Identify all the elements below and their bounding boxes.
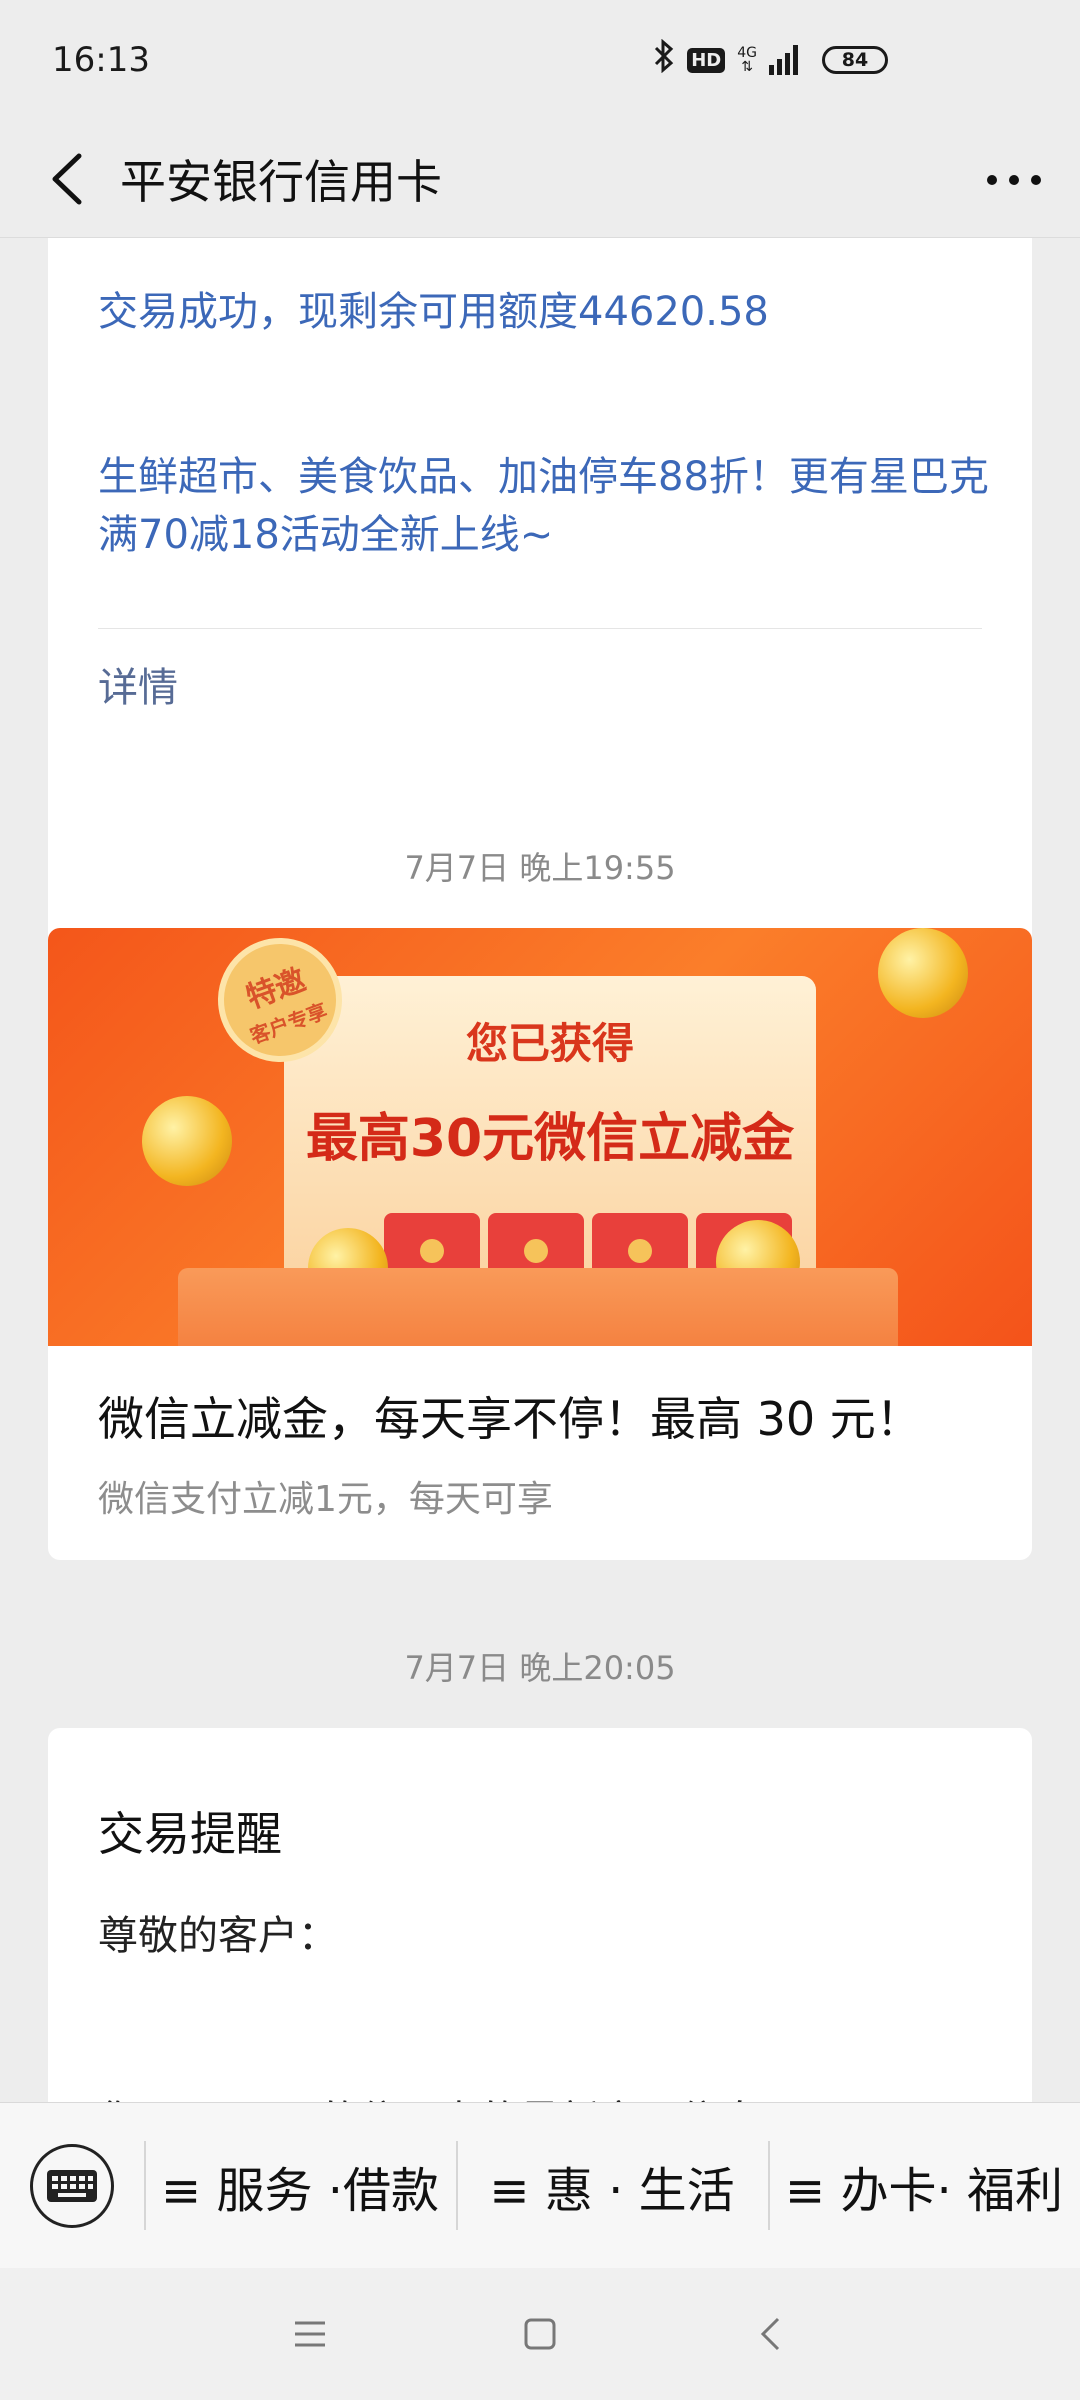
menu-lines-icon[interactable] <box>290 2314 330 2354</box>
menu-item-service-loan[interactable]: ≡ 服务 ·借款 <box>144 2103 456 2268</box>
system-nav-bar <box>0 2268 1080 2400</box>
message-timestamp: 7月7日 晚上20:05 <box>404 1649 676 1687</box>
transaction-message-card[interactable]: 交易成功，现剩余可用额度44620.58 生鲜超市、美食饮品、加油停车88折！更… <box>48 238 1032 1022</box>
alert-body: 您尾号0005的信用卡的最新交易信息 <box>98 2088 760 2102</box>
signal-icon <box>769 45 798 75</box>
battery-icon: 84 <box>822 46 888 74</box>
status-time: 16:13 <box>52 40 150 80</box>
gold-coin-icon <box>142 1096 232 1186</box>
home-square-icon[interactable] <box>520 2314 560 2354</box>
chevron-left-icon[interactable] <box>36 149 96 209</box>
promo-banner-image[interactable]: 您已获得 最高30元微信立减金 特邀 客户专享 <box>48 928 1032 1346</box>
detail-link[interactable]: 详情 <box>98 658 178 718</box>
menu-items: ≡ 服务 ·借款 ≡ 惠 · 生活 ≡ 办卡· 福利 <box>144 2103 1080 2268</box>
promo-article-card[interactable]: 您已获得 最高30元微信立减金 特邀 客户专享 微信立减金，每天享不停！最高 3… <box>48 928 1032 1560</box>
menu-item-benefit-life[interactable]: ≡ 惠 · 生活 <box>456 2103 768 2268</box>
gift-box-shape <box>178 1268 898 1346</box>
banner-subtitle: 您已获得 <box>465 1019 634 1068</box>
hd-icon: HD <box>687 47 726 73</box>
message-timestamp: 7月7日 晚上19:55 <box>404 849 676 887</box>
bluetooth-icon <box>653 38 675 82</box>
official-account-menu: ≡ 服务 ·借款 ≡ 惠 · 生活 ≡ 办卡· 福利 <box>0 2102 1080 2268</box>
available-credit-text[interactable]: 交易成功，现剩余可用额度44620.58 <box>98 283 769 341</box>
menu-item-card-welfare[interactable]: ≡ 办卡· 福利 <box>768 2103 1080 2268</box>
alert-title: 交易提醒 <box>98 1807 282 1861</box>
page-title: 平安银行信用卡 <box>120 154 442 209</box>
chat-area[interactable]: 交易成功，现剩余可用额度44620.58 生鲜超市、美食饮品、加油停车88折！更… <box>0 238 1080 2102</box>
status-bar: 16:13 HD 4G ⇅ 84 <box>0 0 1080 120</box>
article-subtitle: 微信支付立减1元，每天可享 <box>98 1479 553 1520</box>
alert-greeting: 尊敬的客户： <box>98 1913 338 1959</box>
banner-headline: 最高30元微信立减金 <box>305 1109 795 1169</box>
keyboard-icon[interactable] <box>30 2143 114 2228</box>
back-triangle-icon[interactable] <box>750 2314 790 2354</box>
divider <box>98 628 982 629</box>
gold-coin-icon <box>878 928 968 1018</box>
promo-link-text[interactable]: 生鲜超市、美食饮品、加油停车88折！更有星巴克满70减18活动全新上线~ <box>98 448 998 564</box>
article-title[interactable]: 微信立减金，每天享不停！最高 30 元！ <box>98 1383 922 1449</box>
transaction-alert-card[interactable]: 交易提醒 尊敬的客户： 您尾号0005的信用卡的最新交易信息 <box>48 1728 1032 2102</box>
network-type-label: 4G ⇅ <box>737 45 757 75</box>
chat-header: 平安银行信用卡 <box>0 120 1080 238</box>
more-dots-icon[interactable] <box>984 150 1044 210</box>
status-icons: HD 4G ⇅ 84 <box>653 38 888 82</box>
